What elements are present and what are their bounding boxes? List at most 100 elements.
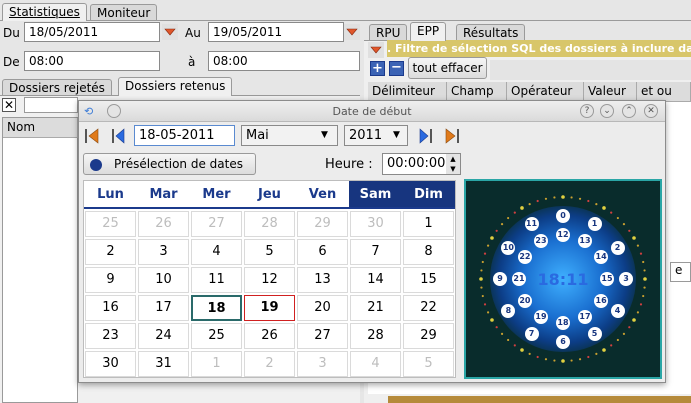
du-date-field[interactable]: 18/05/2011 xyxy=(24,22,160,42)
calendar-day[interactable]: 13 xyxy=(297,267,348,293)
calendar-day[interactable]: 11 xyxy=(191,267,242,293)
header-et-ou[interactable]: et ou xyxy=(637,82,691,102)
clock-hour-outer[interactable]: 10 xyxy=(501,240,516,255)
minimize-icon[interactable]: ⌄ xyxy=(600,104,614,118)
header-valeur[interactable]: Valeur xyxy=(584,82,637,102)
tab-dossiers-retenus[interactable]: Dossiers retenus xyxy=(118,77,233,96)
calendar-day[interactable]: 1 xyxy=(403,211,454,237)
clock-hour-outer[interactable]: 8 xyxy=(501,303,516,318)
calendar-day[interactable]: 20 xyxy=(297,295,348,321)
calendar-day[interactable]: 9 xyxy=(85,267,136,293)
clock-hour-outer[interactable]: 2 xyxy=(610,240,625,255)
calendar-day[interactable]: 26 xyxy=(244,323,295,349)
calendar-day[interactable]: 26 xyxy=(138,211,189,237)
calendar-day[interactable]: 17 xyxy=(138,295,189,321)
clock-hour-outer[interactable]: 5 xyxy=(587,326,602,341)
calendar-day[interactable]: 29 xyxy=(297,211,348,237)
clock-hour-outer[interactable]: 1 xyxy=(587,217,602,232)
clock-hour-outer[interactable]: 11 xyxy=(524,217,539,232)
next-year-button[interactable] xyxy=(443,126,461,146)
tab-dossiers-rejetes[interactable]: Dossiers rejetés xyxy=(2,79,112,96)
next-month-button[interactable] xyxy=(417,126,435,146)
tab-resultats[interactable]: Résultats xyxy=(456,24,526,41)
calendar-day[interactable]: 28 xyxy=(350,323,401,349)
remove-icon[interactable]: − xyxy=(389,61,404,76)
calendar-day[interactable]: 22 xyxy=(403,295,454,321)
previous-month-button[interactable] xyxy=(109,126,127,146)
clock-hour-inner[interactable]: 12 xyxy=(556,228,570,242)
calendar-day[interactable]: 4 xyxy=(350,351,401,377)
close-icon[interactable]: ✕ xyxy=(644,104,658,118)
clock-hour-inner[interactable]: 19 xyxy=(534,310,548,325)
du-dropdown-button[interactable] xyxy=(162,24,178,40)
hour-spin-up[interactable]: ▲ xyxy=(446,154,460,164)
calendar-day[interactable]: 15 xyxy=(403,267,454,293)
add-icon[interactable]: + xyxy=(370,61,385,76)
calendar-day[interactable]: 3 xyxy=(297,351,348,377)
header-champ[interactable]: Champ xyxy=(447,82,507,102)
sql-toggle-button[interactable] xyxy=(368,42,384,58)
clock-hour-inner[interactable]: 22 xyxy=(517,250,532,264)
hour-spin-down[interactable]: ▼ xyxy=(446,164,460,174)
window-menu-icon[interactable] xyxy=(107,104,121,118)
clear-all-button[interactable]: tout effacer xyxy=(408,57,487,79)
clock-hour-outer[interactable]: 9 xyxy=(493,272,507,286)
tab-epp[interactable]: EPP xyxy=(410,22,447,41)
calendar-day[interactable]: 25 xyxy=(191,323,242,349)
calendar-day[interactable]: 8 xyxy=(403,239,454,265)
calendar-day[interactable]: 31 xyxy=(138,351,189,377)
calendar-day[interactable]: 14 xyxy=(350,267,401,293)
calendar-day[interactable]: 27 xyxy=(297,323,348,349)
clock-hour-outer[interactable]: 6 xyxy=(556,335,570,349)
calendar-day[interactable]: 30 xyxy=(350,211,401,237)
clock-hour-inner[interactable]: 17 xyxy=(578,310,592,325)
au-date-field[interactable]: 19/05/2011 xyxy=(208,22,344,42)
calendar-day[interactable]: 7 xyxy=(350,239,401,265)
maximize-icon[interactable]: ⌃ xyxy=(622,104,636,118)
left-filter-field[interactable] xyxy=(24,97,78,113)
calendar-day[interactable]: 21 xyxy=(350,295,401,321)
clock-hour-inner[interactable]: 16 xyxy=(594,294,609,308)
clock-hour-inner[interactable]: 21 xyxy=(512,272,526,286)
header-operateur[interactable]: Opérateur xyxy=(507,82,584,102)
date-input[interactable]: 18-05-2011 xyxy=(134,125,235,146)
calendar-day[interactable]: 30 xyxy=(85,351,136,377)
dialog-title-bar[interactable]: Date de début xyxy=(79,101,665,122)
nom-column-header[interactable]: Nom xyxy=(3,118,78,138)
au-dropdown-button[interactable] xyxy=(344,24,360,40)
clock-hour-inner[interactable]: 20 xyxy=(517,294,532,308)
clock-hour-outer[interactable]: 0 xyxy=(556,209,570,223)
close-icon[interactable]: ✕ xyxy=(2,98,16,112)
calendar-day[interactable]: 19 xyxy=(244,295,295,321)
calendar-day[interactable]: 18 xyxy=(191,295,242,321)
help-icon[interactable]: ? xyxy=(580,104,594,118)
calendar-day[interactable]: 29 xyxy=(403,323,454,349)
clock-panel[interactable]: 18:11 0 1 2 3 4 5 6 7 8 9 10 11 12 13 14 15 16 17 18 19 20 21… xyxy=(464,179,662,379)
clock-hour-inner[interactable]: 13 xyxy=(578,233,592,248)
calendar-day[interactable]: 10 xyxy=(138,267,189,293)
calendar-day[interactable]: 2 xyxy=(85,239,136,265)
previous-year-button[interactable] xyxy=(83,126,101,146)
clock-hour-outer[interactable]: 4 xyxy=(610,303,625,318)
calendar-day[interactable]: 6 xyxy=(297,239,348,265)
calendar-day[interactable]: 25 xyxy=(85,211,136,237)
calendar-day[interactable]: 4 xyxy=(191,239,242,265)
calendar-day[interactable]: 5 xyxy=(244,239,295,265)
clock-hour-inner[interactable]: 14 xyxy=(594,250,609,264)
calendar-day[interactable]: 27 xyxy=(191,211,242,237)
calendar-day[interactable]: 16 xyxy=(85,295,136,321)
clock-hour-inner[interactable]: 18 xyxy=(556,316,570,330)
calendar-day[interactable]: 23 xyxy=(85,323,136,349)
calendar-day[interactable]: 2 xyxy=(244,351,295,377)
tab-moniteur[interactable]: Moniteur xyxy=(90,4,158,21)
clock-hour-outer[interactable]: 3 xyxy=(619,272,633,286)
clock-hour-inner[interactable]: 15 xyxy=(600,272,614,286)
calendar-day[interactable]: 12 xyxy=(244,267,295,293)
preselection-dates-button[interactable]: Présélection de dates xyxy=(83,153,256,175)
calendar-day[interactable]: 28 xyxy=(244,211,295,237)
calendar-day[interactable]: 5 xyxy=(403,351,454,377)
calendar-day[interactable]: 3 xyxy=(138,239,189,265)
tab-rpu[interactable]: RPU xyxy=(369,24,408,41)
calendar-day[interactable]: 24 xyxy=(138,323,189,349)
tab-statistiques[interactable]: Statistiques xyxy=(2,3,87,21)
